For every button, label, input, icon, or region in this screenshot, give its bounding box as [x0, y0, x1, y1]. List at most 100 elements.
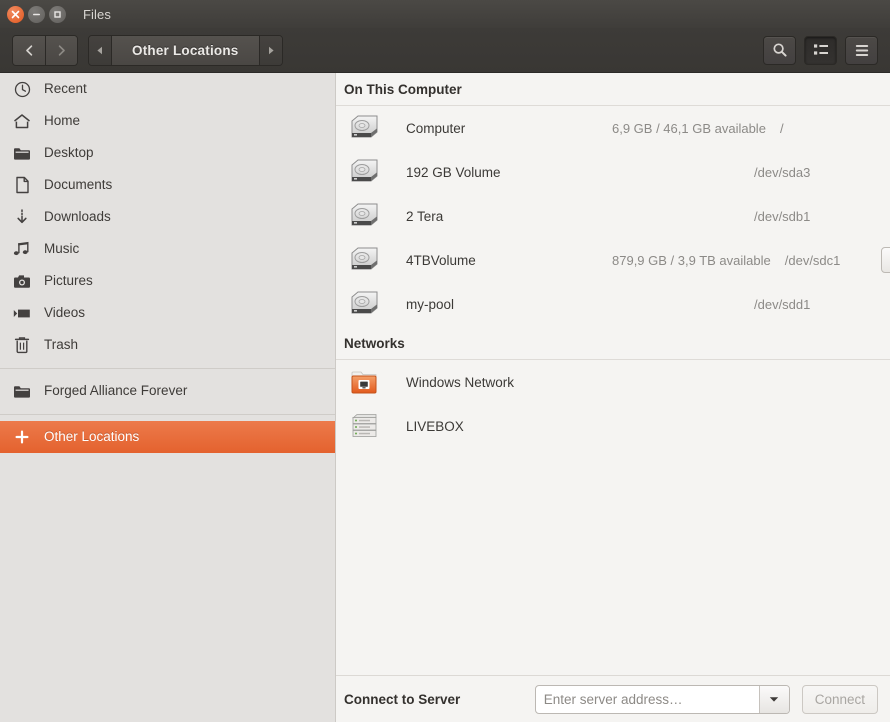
table-row[interactable]: Computer 6,9 GB / 46,1 GB available /: [336, 106, 890, 150]
path-bar: Other Locations: [88, 34, 283, 66]
sidebar-item-other-locations[interactable]: Other Locations: [0, 421, 335, 453]
toolbar-left: Other Locations: [12, 34, 283, 66]
server-icon: [344, 411, 384, 441]
hard-drive-icon: [344, 157, 384, 187]
table-row[interactable]: 2 Tera /dev/sdb1: [336, 194, 890, 238]
sidebar-item-label: Desktop: [44, 145, 94, 161]
sidebar-item-trash[interactable]: Trash: [0, 329, 335, 361]
sidebar-item-label: Recent: [44, 81, 87, 97]
video-icon: [12, 303, 32, 323]
location-name: LIVEBOX: [406, 418, 464, 434]
download-icon: [12, 207, 32, 227]
eject-button[interactable]: [880, 247, 890, 273]
view-toggle-button[interactable]: [804, 35, 837, 65]
group-header-networks: Networks: [336, 326, 890, 360]
path-next-button[interactable]: [259, 35, 282, 65]
location-name: 4TBVolume: [406, 252, 476, 268]
eject-slot: [879, 247, 890, 273]
camera-icon: [12, 271, 32, 291]
location-device: /dev/sdb1: [754, 208, 811, 224]
sidebar-item-home[interactable]: Home: [0, 105, 335, 137]
location-name: Computer: [406, 120, 466, 136]
chevron-left-icon: [25, 44, 32, 56]
sidebar-item-downloads[interactable]: Downloads: [0, 201, 335, 233]
triangle-left-icon: [97, 46, 102, 54]
home-icon: [12, 111, 32, 131]
window-title: Files: [83, 6, 111, 22]
sidebar-item-recent[interactable]: Recent: [0, 73, 335, 105]
connect-to-server-bar: Connect to Server Connect: [336, 675, 890, 722]
sidebar: Recent Home Desktop Documents Downloads …: [0, 73, 336, 722]
toolbar-right: [763, 35, 878, 65]
sidebar-item-videos[interactable]: Videos: [0, 297, 335, 329]
chevron-down-icon: [770, 696, 779, 702]
sidebar-item-label: Pictures: [44, 273, 93, 289]
sidebar-item-bookmark[interactable]: Forged Alliance Forever: [0, 375, 335, 407]
document-icon: [12, 175, 32, 195]
path-prev-button[interactable]: [89, 35, 111, 65]
sidebar-item-desktop[interactable]: Desktop: [0, 137, 335, 169]
table-row[interactable]: LIVEBOX: [336, 404, 890, 448]
table-row[interactable]: my-pool /dev/sdd1: [336, 282, 890, 326]
sidebar-item-label: Downloads: [44, 209, 111, 225]
main-panel: On This Computer Computer 6,9 GB / 46,1 …: [336, 73, 890, 722]
trash-icon: [12, 335, 32, 355]
plus-icon: [12, 427, 32, 447]
list-view-icon: [813, 44, 828, 55]
title-bar: Files: [0, 0, 890, 28]
location-name: my-pool: [406, 296, 455, 312]
sidebar-item-label: Home: [44, 113, 81, 129]
connect-to-server-label: Connect to Server: [344, 691, 461, 707]
hamburger-menu-icon: [855, 44, 868, 56]
hard-drive-icon: [344, 113, 384, 143]
window-body: Recent Home Desktop Documents Downloads …: [0, 73, 890, 722]
location-device: /dev/sda3: [754, 164, 811, 180]
breadcrumb-current[interactable]: Other Locations: [111, 35, 260, 65]
menu-button[interactable]: [845, 35, 878, 65]
network-folder-icon: [344, 368, 384, 396]
sidebar-item-pictures[interactable]: Pictures: [0, 265, 335, 297]
sidebar-item-label: Music: [44, 241, 80, 257]
location-name: Windows Network: [406, 374, 515, 390]
search-button[interactable]: [763, 35, 796, 65]
forward-button[interactable]: [45, 35, 77, 65]
folder-icon: [12, 143, 32, 163]
table-row[interactable]: 192 GB Volume /dev/sda3: [336, 150, 890, 194]
sidebar-item-label: Trash: [44, 337, 79, 353]
music-icon: [12, 239, 32, 259]
server-address-input[interactable]: [535, 685, 759, 713]
navigation-buttons: [12, 34, 78, 66]
minimize-icon[interactable]: [28, 5, 45, 23]
hard-drive-icon: [344, 201, 384, 231]
sidebar-item-label: Documents: [44, 177, 113, 193]
location-name: 2 Tera: [406, 208, 444, 224]
table-row[interactable]: 4TBVolume 879,9 GB / 3,9 TB available /d…: [336, 238, 890, 282]
back-button[interactable]: [13, 35, 45, 65]
sidebar-divider-1: [0, 368, 335, 369]
sidebar-item-label: Other Locations: [44, 429, 140, 445]
sidebar-item-label: Videos: [44, 305, 86, 321]
sidebar-item-music[interactable]: Music: [0, 233, 335, 265]
table-row[interactable]: Windows Network: [336, 360, 890, 404]
location-device: /dev/sdc1: [784, 252, 841, 268]
chevron-right-icon: [58, 44, 65, 56]
toolbar: Other Locations: [0, 28, 890, 73]
location-name: 192 GB Volume: [406, 164, 501, 180]
sidebar-item-documents[interactable]: Documents: [0, 169, 335, 201]
window-controls: [0, 5, 66, 23]
location-device: /dev/sdd1: [754, 296, 811, 312]
server-history-dropdown-button[interactable]: [758, 685, 789, 713]
location-free-space: 6,9 GB / 46,1 GB available: [612, 120, 766, 136]
location-free-space: 879,9 GB / 3,9 TB available: [612, 252, 771, 268]
location-device: /: [779, 120, 784, 136]
maximize-icon[interactable]: [49, 5, 66, 23]
locations-list: On This Computer Computer 6,9 GB / 46,1 …: [336, 73, 890, 675]
folder-icon: [12, 381, 32, 401]
connect-button[interactable]: Connect: [801, 684, 878, 714]
group-header-on-this-computer: On This Computer: [336, 73, 890, 106]
search-icon: [772, 43, 787, 57]
hard-drive-icon: [344, 289, 384, 319]
triangle-right-icon: [268, 46, 274, 54]
close-icon[interactable]: [7, 5, 24, 23]
files-window: Files Other Locations Recent Home Deskto…: [0, 0, 890, 722]
